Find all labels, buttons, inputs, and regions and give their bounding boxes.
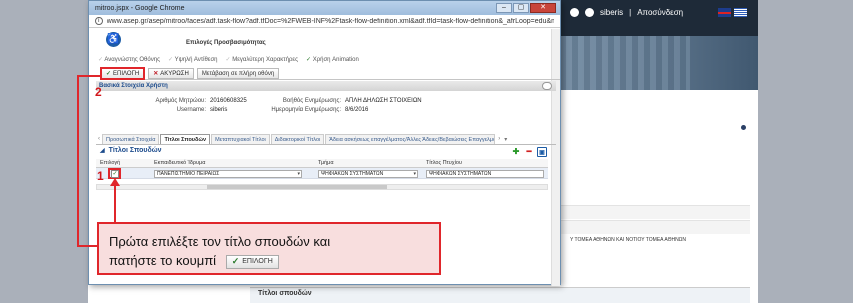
col-select: Επιλογή	[100, 160, 121, 166]
option-large-text[interactable]: Μεγαλύτερη Χαρακτήρες	[226, 56, 298, 63]
user-info-grid: Αριθμός Μητρώου: 20160608325 Username: s…	[96, 98, 556, 118]
dropdown-arrow-icon[interactable]: ▾	[297, 171, 300, 177]
callout-select-button-illustration: ✓ ΕΠΙΛΟΓΗ	[225, 254, 279, 269]
window-titlebar: mitroo.jspx - Google Chrome – ▢ ✕	[89, 1, 560, 15]
background-side-text: Υ ΤΟΜΕΑ ΑΘΗΝΩΝ ΚΑΙ ΝΟΤΙΟΥ ΤΟΜΕΑ ΑΘΗΝΩΝ	[570, 237, 687, 243]
degrees-panel-title: ◢ Τίτλοι Σπουδών	[96, 147, 556, 158]
username-label: Username:	[176, 107, 206, 113]
accessibility-title: Επιλογές Προσβασιμότητας	[186, 40, 266, 46]
col-department: Τμήμα	[318, 160, 334, 166]
tab-masters[interactable]: Μεταπτυχιακοί Τίτλοι	[211, 134, 270, 144]
action-toolbar: ✓ ΕΠΙΛΟΓΗ ✕ ΑΚΥΡΩΣΗ Μετάβαση σε πλήρη οθ…	[100, 67, 560, 80]
callout-line-1: Πρώτα επιλέξτε τον τίτλο σπουδών και	[109, 234, 331, 249]
option-screen-reader[interactable]: Αναγνώστης Οθόνης	[98, 56, 160, 63]
scrollbar-thumb[interactable]	[207, 185, 387, 189]
close-button[interactable]: ✕	[530, 3, 556, 13]
accessibility-icon[interactable]: ♿	[106, 32, 121, 47]
annotation-line	[77, 75, 100, 77]
tab-personal[interactable]: Προσωπικά Στοιχεία	[102, 134, 160, 144]
language-flags	[718, 8, 747, 17]
accessibility-panel: ♿ Επιλογές Προσβασιμότητας Αναγνώστης Οθ…	[96, 32, 556, 66]
select-button-label: ΕΠΙΛΟΓΗ	[113, 70, 140, 77]
step-2-marker: 2	[95, 85, 102, 99]
callout-line-2-text: πατήστε το κουμπί	[109, 253, 217, 268]
tabs-left-arrow-icon[interactable]: ‹	[98, 136, 100, 142]
logout-link[interactable]: Αποσύνδεση	[637, 8, 683, 17]
degrees-panel-actions: ✚ ━ ▣	[511, 147, 547, 157]
date-label: Ημερομηνία Ενημέρωσης:	[271, 107, 341, 113]
table-header: Επιλογή Εκπαιδευτικό Ίδρυμα Τμήμα Τίτλος…	[96, 159, 548, 168]
callout-button-label: ΕΠΙΛΟΓΗ	[242, 258, 273, 266]
horizontal-scrollbar[interactable]	[96, 184, 548, 190]
check-icon: ✓	[106, 71, 112, 77]
option-high-contrast[interactable]: Υψηλή Αντίθεση	[168, 56, 218, 63]
annotation-line	[114, 183, 116, 222]
department-value: ΨΗΦΙΑΚΩΝ ΣΥΣΤΗΜΑΤΩΝ	[321, 171, 384, 177]
window-title: mitroo.jspx - Google Chrome	[95, 4, 185, 12]
address-bar[interactable]: i www.asep.gr/asep/mitroo/faces/adf.task…	[89, 15, 560, 28]
title-value: ΨΗΦΙΑΚΩΝ ΣΥΣΤΗΜΑΤΩΝ	[429, 171, 492, 177]
registry-label: Αριθμός Μητρώου:	[155, 98, 206, 104]
aux-label: Βοήθός Ενημέρωσης:	[282, 98, 341, 104]
degrees-title-text: Τίτλοι Σπουδών	[108, 147, 162, 154]
table-row[interactable]: ✓ ΠΑΝΕΠΙΣΤΗΜΙΟ ΠΕΙΡΑΙΩΣ ▾ ΨΗΦΙΑΚΩΝ ΣΥΣΤΗ…	[96, 168, 548, 179]
background-footer-title: Τίτλοι σπουδών	[258, 290, 312, 297]
eye-icon	[585, 8, 594, 17]
aux-value: ΑΠΛΗ ΔΗΛΩΣΗ ΣΤΟΙΧΕΙΩΝ	[345, 98, 422, 104]
col-title: Τίτλος Πτυχίου	[426, 160, 462, 166]
callout-line-2: πατήστε το κουμπί ✓ ΕΠΙΛΟΓΗ	[109, 251, 429, 270]
cancel-button[interactable]: ✕ ΑΚΥΡΩΣΗ	[148, 68, 194, 79]
title-field[interactable]: ΨΗΦΙΑΚΩΝ ΣΥΣΤΗΜΑΤΩΝ	[426, 170, 544, 178]
select-checkbox[interactable]: ✓	[111, 170, 119, 178]
institution-value: ΠΑΝΕΠΙΣΤΗΜΙΟ ΠΕΙΡΑΙΩΣ	[157, 171, 220, 177]
tab-degrees[interactable]: Τίτλοι Σπουδών	[160, 134, 211, 144]
tab-doctoral[interactable]: Διδακτορικοί Τίτλοι	[270, 134, 325, 144]
tab-licenses[interactable]: Άδεια ασκήσεως επαγγέλματος/Άλλες Άδειες…	[325, 134, 496, 144]
tab-strip: ‹ Προσωπικά Στοιχεία Τίτλοι Σπουδών Μετα…	[96, 134, 556, 145]
maximize-button[interactable]: ▢	[513, 3, 529, 13]
annotation-line	[77, 245, 97, 247]
background-footer-bar	[250, 287, 750, 303]
step-1-marker: 1	[97, 169, 104, 183]
degrees-table: Επιλογή Εκπαιδευτικό Ίδρυμα Τμήμα Τίτλος…	[96, 159, 548, 179]
info-icon[interactable]: i	[95, 17, 103, 25]
background-user-area: siberis | Αποσύνδεση	[570, 8, 683, 17]
greek-flag-icon[interactable]	[734, 8, 747, 17]
date-value: 8/6/2016	[345, 107, 369, 113]
institution-select[interactable]: ΠΑΝΕΠΙΣΤΗΜΙΟ ΠΕΙΡΑΙΩΣ ▾	[154, 170, 302, 178]
select-button[interactable]: ✓ ΕΠΙΛΟΓΗ	[100, 67, 146, 80]
annotation-line	[77, 75, 79, 247]
background-dot	[741, 125, 746, 130]
check-icon: ✓	[231, 256, 240, 267]
fullscreen-label: Μετάβαση σε πλήρη οθόνη	[201, 70, 275, 77]
minimize-button[interactable]: –	[496, 3, 512, 13]
background-building-image	[560, 36, 690, 90]
accessibility-options: Αναγνώστης Οθόνης Υψηλή Αντίθεση Μεγαλύτ…	[98, 56, 359, 63]
department-select[interactable]: ΨΗΦΙΑΚΩΝ ΣΥΣΤΗΜΑΤΩΝ ▾	[318, 170, 418, 178]
cancel-button-label: ΑΚΥΡΩΣΗ	[160, 70, 189, 77]
dropdown-arrow-icon[interactable]: ▾	[413, 171, 416, 177]
tabs-right-arrow-icon[interactable]: ›	[498, 136, 500, 142]
tabs-overflow-icon[interactable]: ▾	[504, 136, 507, 143]
add-row-icon[interactable]: ✚	[511, 147, 521, 157]
user-name[interactable]: siberis	[600, 8, 623, 17]
option-animation[interactable]: Χρήση Animation	[306, 56, 359, 63]
collapse-icon[interactable]	[542, 82, 552, 90]
user-info-section-bar: Βασικά Στοιχεία Χρήστη	[96, 81, 556, 91]
registry-value: 20160608325	[210, 98, 247, 104]
col-institution: Εκπαιδευτικό Ίδρυμα	[154, 160, 206, 166]
delete-row-icon[interactable]: ━	[524, 147, 534, 157]
save-icon[interactable]: ▣	[537, 147, 547, 157]
caret-down-icon[interactable]: ◢	[100, 148, 105, 154]
instruction-callout: Πρώτα επιλέξτε τον τίτλο σπουδών και πατ…	[97, 222, 441, 275]
x-icon: ✕	[153, 71, 159, 77]
english-flag-icon[interactable]	[718, 8, 731, 17]
arrow-up-icon	[110, 178, 120, 186]
username-value: siberis	[210, 107, 228, 113]
user-info-title: Βασικά Στοιχεία Χρήστη	[99, 83, 168, 89]
url-text: www.asep.gr/asep/mitroo/faces/adf.task-f…	[106, 17, 554, 25]
fullscreen-button[interactable]: Μετάβαση σε πλήρη οθόνη	[196, 68, 280, 79]
user-icon	[570, 8, 579, 17]
